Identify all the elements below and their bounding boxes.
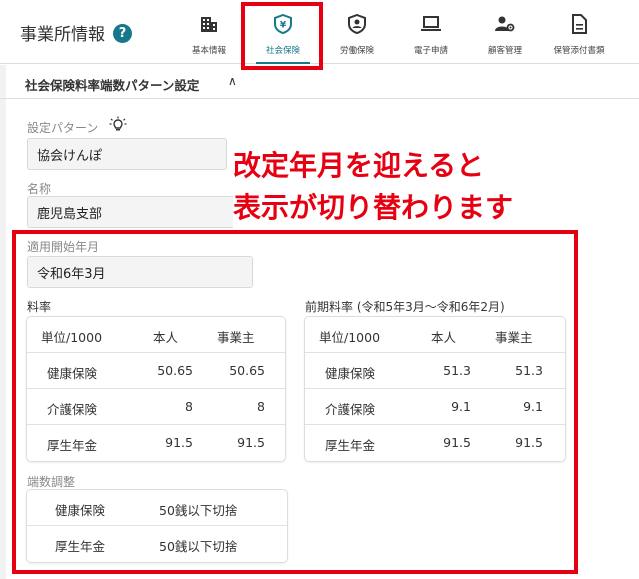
document-icon <box>572 14 587 34</box>
user-gear-icon <box>495 16 515 32</box>
rates-label: 料率 <box>27 300 52 314</box>
table-row: 介護保険 8 8 <box>27 389 285 425</box>
cell-value: 91.5 <box>443 435 471 450</box>
callout-annotation: 改定年月を迎えると 表示が切り替わります <box>233 145 593 229</box>
callout-line-2: 表示が切り替わります <box>233 191 514 224</box>
start-label: 適用開始年月 <box>27 240 100 254</box>
active-tab-highlight <box>241 2 323 70</box>
cell-value: 50.65 <box>229 363 265 378</box>
rates-table: 単位/1000 本人 事業主 健康保険 50.65 50.65 介護保険 8 8… <box>27 317 285 461</box>
lightbulb-icon <box>109 116 127 131</box>
rounding-table: 健康保険 50銭以下切捨 厚生年金 50銭以下切捨 <box>27 490 287 562</box>
row-label: 介護保険 <box>47 402 98 417</box>
tab-labor-insurance[interactable]: 労働保険 <box>320 0 394 64</box>
tab-label: 電子申請 <box>413 46 448 56</box>
table-row: 健康保険 51.3 51.3 <box>305 353 565 389</box>
cell-value: 50銭以下切捨 <box>159 539 238 554</box>
cell-value: 9.1 <box>523 399 543 414</box>
header-cell: 本人 <box>153 330 179 345</box>
cell-value: 91.5 <box>237 435 265 450</box>
callout-line-1: 改定年月を迎えると <box>233 149 485 182</box>
cell-value: 50銭以下切捨 <box>159 503 238 518</box>
cell-value: 51.3 <box>515 363 543 378</box>
laptop-icon <box>421 16 441 31</box>
row-label: 介護保険 <box>325 402 376 417</box>
header-cell: 事業主 <box>495 330 533 345</box>
table-row: 厚生年金 50銭以下切捨 <box>27 526 287 562</box>
header-cell: 単位/1000 <box>41 330 103 345</box>
help-icon[interactable]: ? <box>113 24 132 43</box>
tab-label: 保管添付書類 <box>553 46 605 56</box>
user-shield-icon <box>348 14 366 34</box>
main-nav: 基本情報 ¥ 社会保険 労働保険 電子申請 顧客管理 保管添付書類 <box>172 0 616 64</box>
row-label: 厚生年金 <box>55 539 106 554</box>
tab-basic-info[interactable]: 基本情報 <box>172 0 246 64</box>
table-row: 厚生年金 91.5 91.5 <box>27 425 285 461</box>
cell-value: 51.3 <box>443 363 471 378</box>
table-header-row: 単位/1000 本人 事業主 <box>27 317 285 353</box>
cell-value: 8 <box>185 399 193 414</box>
cell-value: 91.5 <box>515 435 543 450</box>
name-field[interactable]: 鹿児島支部 <box>27 196 237 228</box>
row-label: 厚生年金 <box>47 438 98 453</box>
left-strip <box>0 65 6 579</box>
row-label: 健康保険 <box>55 503 106 518</box>
row-label: 厚生年金 <box>325 438 376 453</box>
start-field[interactable]: 令和6年3月 <box>27 256 253 288</box>
header-cell: 事業主 <box>217 330 255 345</box>
table-row: 介護保険 9.1 9.1 <box>305 389 565 425</box>
rounding-label: 端数調整 <box>27 475 76 489</box>
header-cell: 単位/1000 <box>319 330 381 345</box>
row-label: 健康保険 <box>47 366 98 381</box>
cell-value: 9.1 <box>451 399 471 414</box>
building-icon <box>201 17 217 32</box>
cell-value: 91.5 <box>165 435 193 450</box>
section-header[interactable]: 社会保険料率端数パターン設定 ∧ <box>0 65 639 99</box>
tab-label: 顧客管理 <box>487 46 522 56</box>
tab-customer-management[interactable]: 顧客管理 <box>468 0 542 64</box>
tab-e-filing[interactable]: 電子申請 <box>394 0 468 64</box>
pattern-label: 設定パターン <box>27 121 99 135</box>
tab-label: 基本情報 <box>191 46 226 56</box>
row-label: 健康保険 <box>325 366 376 381</box>
chevron-up-icon[interactable]: ∧ <box>228 74 237 88</box>
header-cell: 本人 <box>431 330 457 345</box>
table-row: 健康保険 50.65 50.65 <box>27 353 285 389</box>
name-label: 名称 <box>27 182 52 196</box>
table-header-row: 単位/1000 本人 事業主 <box>305 317 565 353</box>
pattern-field[interactable]: 協会けんぽ <box>27 138 227 170</box>
prev-rates-table: 単位/1000 本人 事業主 健康保険 51.3 51.3 介護保険 9.1 9… <box>305 317 565 461</box>
page-title: 事業所情報 <box>20 25 105 45</box>
prev-rates-label: 前期料率 (令和5年3月～令和6年2月) <box>305 300 505 314</box>
cell-value: 50.65 <box>157 363 193 378</box>
section-title: 社会保険料率端数パターン設定 <box>25 78 200 93</box>
tab-label: 労働保険 <box>339 46 374 56</box>
cell-value: 8 <box>257 399 265 414</box>
table-row: 健康保険 50銭以下切捨 <box>27 490 287 526</box>
tab-attachments[interactable]: 保管添付書類 <box>542 0 616 64</box>
table-row: 厚生年金 91.5 91.5 <box>305 425 565 461</box>
